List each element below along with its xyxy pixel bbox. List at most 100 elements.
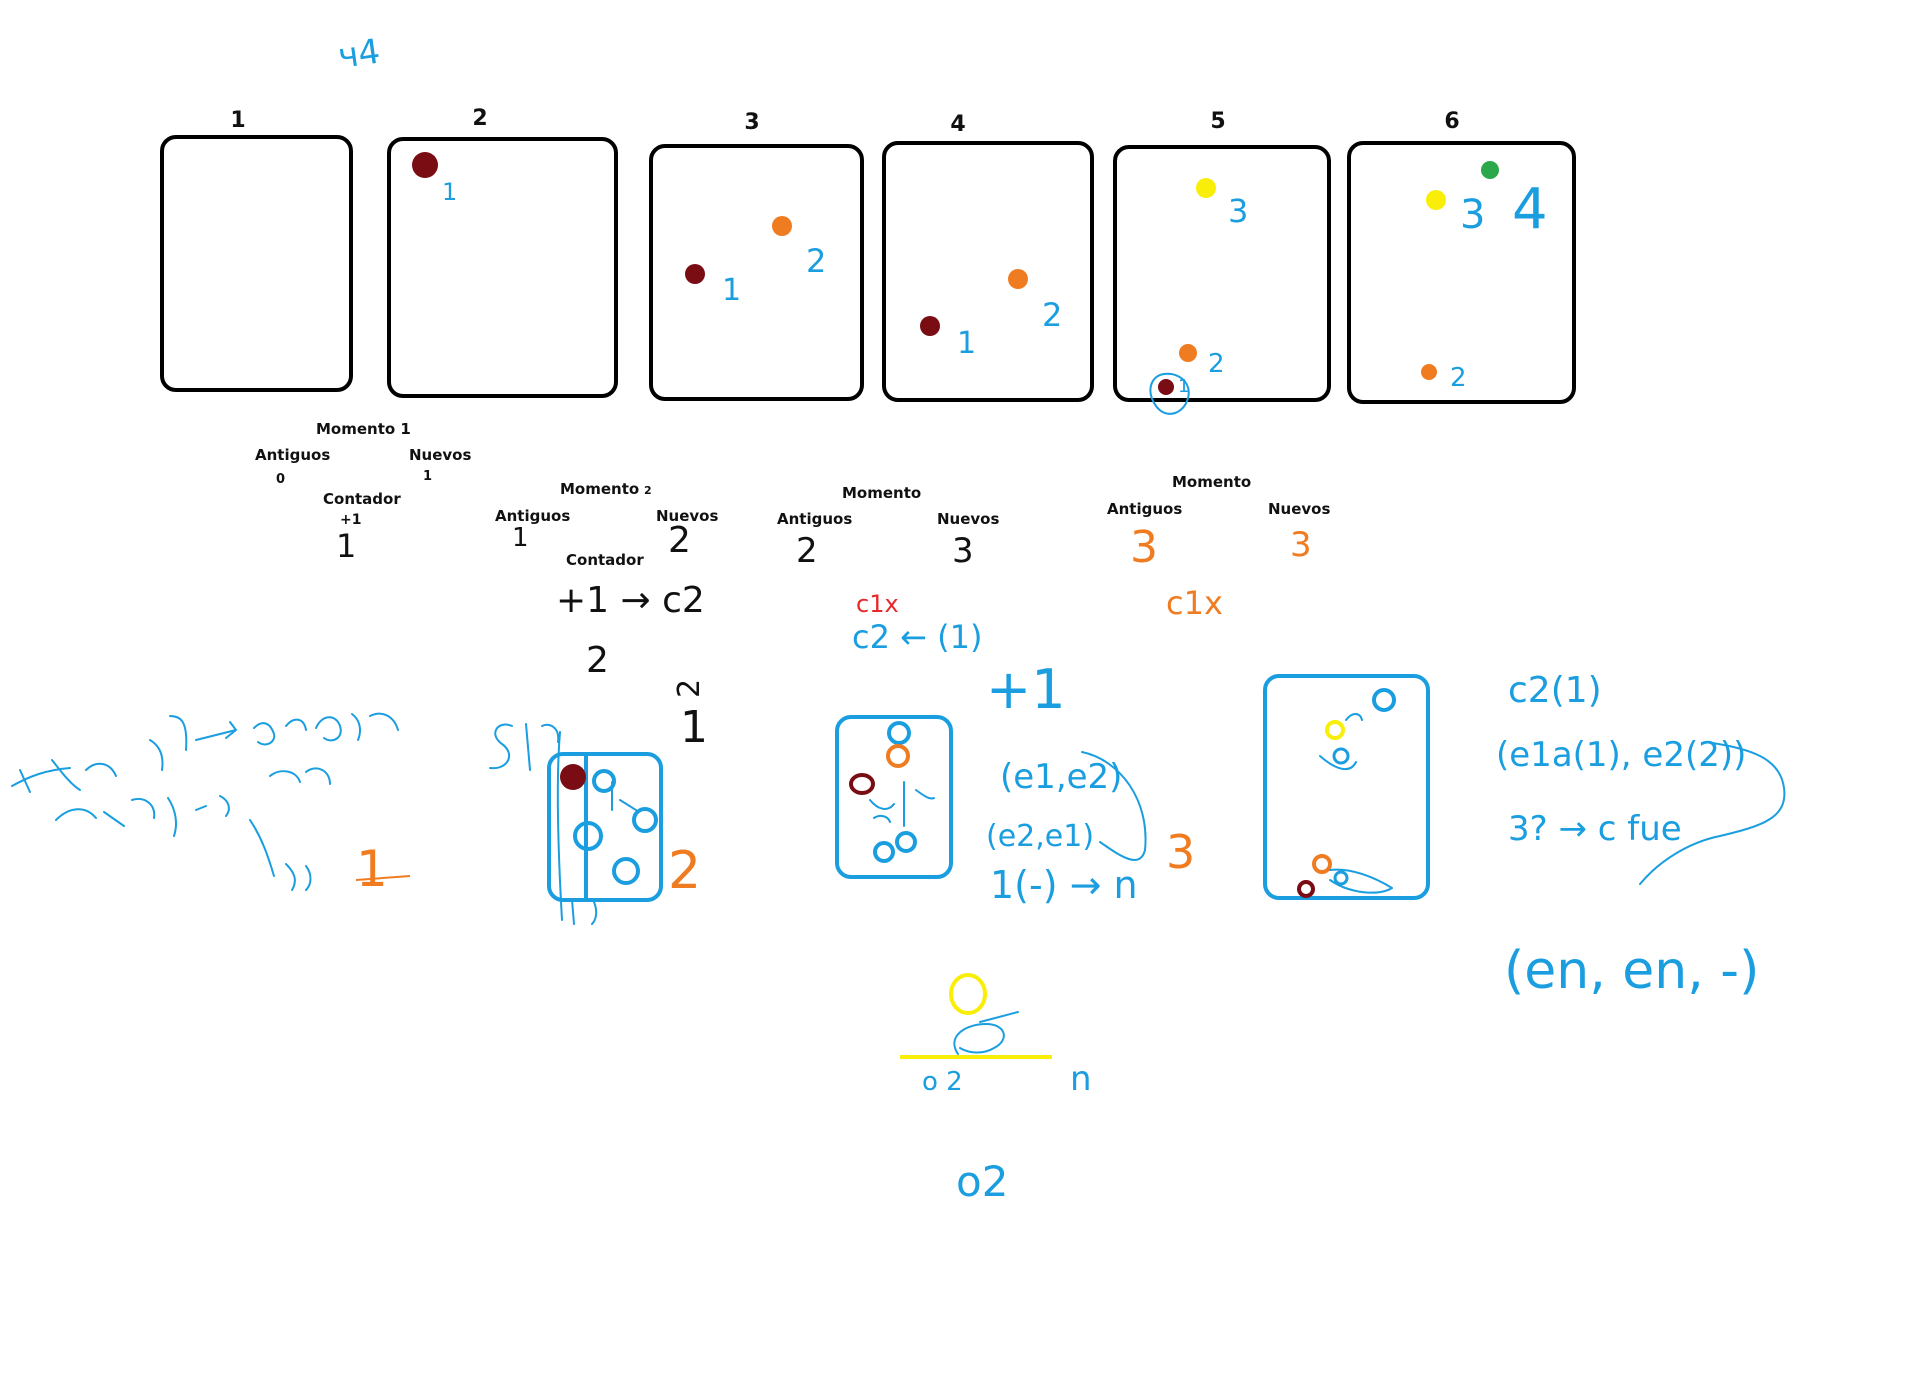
scribble-c1x-red: c1x [856,590,899,618]
blue-box-3 [1263,674,1430,900]
moment-2-title-suffix: 2 [644,484,652,497]
frame4-dot-2 [1008,269,1028,289]
scribble-top-left: ч4 [336,31,383,76]
scribble-right-pair: (e1a(1), e2(2)) [1496,735,1746,775]
scribble-c1x-orange: c1x [1166,584,1223,622]
frame2-number: 2 [668,841,701,901]
moment-2-written: 2 [586,640,609,681]
blue-box-2-ring-orange [886,744,910,768]
blue-box-3-ring-blue-bottom [1333,870,1349,886]
scribble-right-arrow: 3? → c fue [1508,809,1682,849]
scribble-bottom-o2-small: o 2 [922,1067,963,1097]
frame3-dot-2-tag: 2 [806,242,826,280]
moment-2-title: Momento [560,480,639,498]
frame6-dot-2-tag: 2 [1450,363,1467,393]
scribble-left-3 [269,767,331,785]
moment-4-old-value: 3 [1130,522,1158,573]
moment-1-counter-label: Contador [323,490,401,508]
moment-3-title: Momento [842,484,921,502]
frame5-dot-1 [1158,379,1174,395]
blue-box-2-scribble [869,781,935,827]
moment-3-old-value: 2 [796,531,818,571]
frame4-dot-1-tag: 1 [957,326,976,361]
frame-label-6: 6 [1444,109,1459,134]
moment-3-new-label: Nuevos [937,510,999,528]
frame5-dot-3-tag: 3 [1228,192,1248,230]
blue-box-1 [547,731,663,925]
frame5-dot-3 [1196,178,1216,198]
blue-box-3-frame [1263,674,1430,900]
frame3-dot-1-tag: 1 [722,273,741,308]
moment-1-written: 1 [336,527,356,565]
frame6-dot-3-tag: 3 [1460,192,1485,238]
moment-2: Momento 2 Antiguos 1 Nuevos 2 Contador +… [495,480,718,681]
moment-4-new-value: 3 [1290,525,1312,565]
moment-1-title: Momento 1 [316,420,411,438]
blue-box-2-ring-top [887,721,911,745]
frame5-dot-2-tag: 2 [1208,349,1225,379]
frame6-dot-4 [1481,161,1499,179]
frame-label-4: 4 [950,112,965,137]
scribble-yellow-n: n [1070,1059,1092,1099]
frame-3 [649,144,864,401]
scribble-left-2 [149,712,399,771]
blue-box-1-ring-2 [632,807,658,833]
frame-label-1: 1 [230,108,245,133]
frame-group: 1 2 3 4 5 6 [160,106,1576,404]
frame2-dot-1-tag: 1 [442,178,457,206]
blue-box-3-ring-yellow [1325,720,1345,740]
scribble-left-5 [249,819,312,891]
frame3-dot-2 [772,216,792,236]
frame-1 [160,135,353,392]
frame-label-2: 2 [472,106,487,131]
moment-4: Momento Antiguos 3 Nuevos 3 [1107,473,1330,573]
scribble-pair-e1e2: (e1,e2) [1000,757,1122,797]
moment-1-old-label: Antiguos [255,446,330,464]
moment-3-new-value: 3 [952,531,974,571]
blue-box-3-ring-blue-small [1332,747,1350,765]
moment-1-old-value: 0 [276,472,285,487]
left-scribbles: 1 [11,712,411,898]
blue-box-3-ring-darkred [1297,880,1315,898]
blue-box-1-dot [560,764,586,790]
scribble-c2-from-1: c2 ← (1) [852,618,982,656]
blue-box-1-arrows [611,781,637,811]
moment-2-counter-expr: +1 → c2 [556,580,705,621]
blue-box-2-ring-bottom-2 [895,831,917,853]
yellow-area-scribble [953,1011,1019,1055]
moment-1-new-value: 1 [423,469,432,484]
moment-2-new-value: 2 [668,520,691,561]
whiteboard-canvas: ч4 1 2 3 4 5 6 1 1 2 1 2 3 2 1 4 3 2 Mom… [11,31,1786,1206]
blue-box-1-ring-4 [612,857,640,885]
frame6-dot-2 [1421,364,1437,380]
bottom-yellow-area: n o 2 o2 [900,973,1092,1206]
frame6-dot-4-tag: 4 [1512,177,1548,242]
frame-4 [882,141,1094,402]
scribble-plus1: +1 [986,658,1066,721]
frame4-dot-1 [920,316,940,336]
moment-1-counter-value: +1 [340,512,361,528]
scribble-lower-expr: 1(-) → n [990,863,1138,907]
frame-label-3: 3 [744,110,759,135]
blue-box-2-ring-darkred [849,773,875,795]
scribble-bottom-o2: o2 [956,1157,1008,1206]
scribble-left-4 [55,795,230,837]
frame-label-5: 5 [1210,109,1225,134]
moment-4-old-label: Antiguos [1107,500,1182,518]
left-note-number: 1 [356,840,388,898]
frame4-dot-2-tag: 2 [1042,296,1062,334]
blue-box-3-ring-orange [1312,854,1332,874]
moment-2-counter-label: Contador [566,551,644,569]
scribble-three: 3 [1166,825,1195,879]
frame6-dot-3 [1426,190,1446,210]
moment-4-new-label: Nuevos [1268,500,1330,518]
moment-1: Momento 1 Antiguos 0 Nuevos 1 Contador +… [255,420,471,565]
moment-2-old-label: Antiguos [495,507,570,525]
blue-box-2 [835,715,953,879]
yellow-ring [949,973,987,1015]
moment-3-old-label: Antiguos [777,510,852,528]
moment-3: Momento Antiguos 2 Nuevos 3 [777,484,999,571]
moment-2-old-value: 1 [512,523,529,553]
scribble-left-1 [11,759,117,793]
frame2-dot-1 [412,152,438,178]
